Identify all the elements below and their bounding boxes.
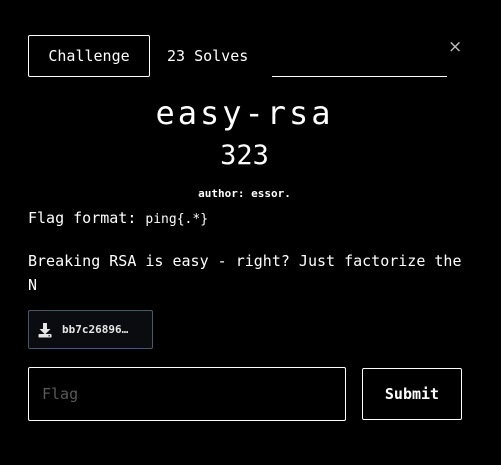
tab-solves[interactable]: 23 Solves (150, 35, 264, 77)
challenge-tabs: Challenge 23 Solves (28, 35, 264, 77)
challenge-description: Flag format: ping{.*} Breaking RSA is ea… (28, 206, 468, 297)
challenge-points: 323 (220, 140, 269, 171)
download-icon (38, 322, 52, 337)
flag-format-line: Flag format: ping{.*} (28, 206, 468, 232)
challenge-author: author: essor. (198, 187, 291, 200)
submit-button[interactable]: Submit (362, 368, 462, 420)
flag-input[interactable] (28, 367, 346, 421)
file-name: bb7c26896… (62, 323, 129, 336)
challenge-name: easy-rsa (155, 94, 334, 132)
tab-challenge[interactable]: Challenge (28, 35, 150, 77)
tab-underline (272, 76, 447, 77)
description-body: Breaking RSA is easy - right? Just facto… (28, 252, 462, 294)
close-icon[interactable]: × (448, 38, 462, 56)
flag-format-label: Flag format: (28, 209, 146, 227)
flag-format-code: ping{.*} (145, 212, 209, 227)
file-download-button[interactable]: bb7c26896… (28, 310, 153, 349)
